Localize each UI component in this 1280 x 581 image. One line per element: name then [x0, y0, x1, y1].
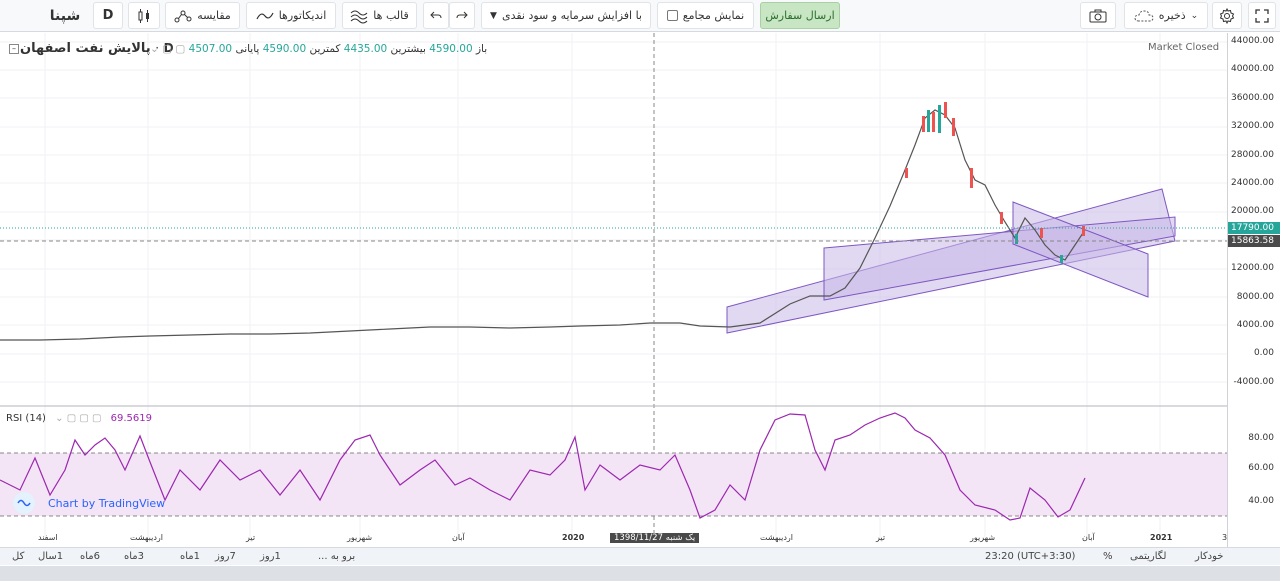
adjustment-select[interactable]: با افزایش سرمایه و سود نقدی ▼ — [481, 2, 651, 29]
range-1d[interactable]: 1روز — [260, 551, 281, 562]
last-price-tag: 17790.00 — [1228, 222, 1280, 234]
rsi-axis-60: 60.00 — [1248, 463, 1274, 473]
price-axis-label: 32000.00 — [1231, 121, 1274, 132]
redo-icon — [456, 11, 468, 18]
rsi-axis-80: 80.00 — [1248, 433, 1274, 443]
price-axis-label: 12000.00 — [1231, 263, 1274, 274]
compare-button[interactable]: مقایسه — [165, 2, 240, 29]
interval-button[interactable]: D — [93, 2, 123, 29]
price-axis-label: 28000.00 — [1231, 149, 1274, 160]
bottom-bar: کل 1سال 6ماه 3ماه 1ماه 7روز 1روز برو به … — [0, 547, 1280, 565]
close-value: 4590.00 — [262, 43, 307, 55]
price-axis-label: 20000.00 — [1231, 206, 1274, 217]
price-chart[interactable] — [0, 33, 1227, 547]
legend-minimize-icon[interactable]: – — [9, 44, 19, 54]
price-axis[interactable]: 44000.00 40000.00 36000.00 32000.00 28000.00… — [1227, 33, 1280, 547]
candles-style-button[interactable] — [128, 2, 160, 29]
range-1y[interactable]: 1سال — [38, 551, 63, 562]
redo-button[interactable] — [449, 2, 475, 29]
open-value: 4507.00 — [188, 43, 233, 55]
range-1m[interactable]: 1ماه — [180, 551, 200, 562]
log-toggle[interactable]: لگاریتمی — [1130, 551, 1166, 562]
crosshair-price-tag: 15863.58 — [1228, 235, 1280, 247]
cloud-icon — [1134, 9, 1154, 21]
show-meetings-checkbox[interactable] — [666, 10, 678, 21]
high-value: 4590.00 — [429, 43, 473, 55]
price-axis-label: 36000.00 — [1231, 92, 1274, 103]
open-label: باز — [475, 43, 488, 55]
close-label: پایانی — [235, 43, 260, 55]
undo-button[interactable] — [423, 2, 449, 29]
rsi-legend: RSI (14) ⌄ ▢ ▢ ▢ 69.5619 — [6, 413, 152, 424]
save-button[interactable]: ⌄ ذخیره — [1124, 2, 1208, 29]
templates-button[interactable]: قالب ها — [342, 2, 417, 29]
price-series — [0, 109, 1086, 341]
tradingview-watermark[interactable]: Chart by TradingView — [48, 497, 165, 510]
candlestick-icon — [138, 8, 149, 23]
indicators-button[interactable]: اندیکاتورها — [246, 2, 336, 29]
range-all[interactable]: کل — [12, 551, 24, 562]
time-zone-display[interactable]: 23:20 (UTC+3:30) — [985, 551, 1075, 562]
high-label: بیشترین — [390, 43, 426, 55]
send-order-button[interactable]: ارسال سفارش — [760, 2, 840, 29]
range-6m[interactable]: 6ماه — [80, 551, 100, 562]
undo-icon — [430, 11, 442, 18]
price-axis-label: 40000.00 — [1231, 64, 1274, 75]
camera-icon — [1089, 9, 1107, 22]
auto-toggle[interactable]: خودکار — [1195, 551, 1223, 562]
fullscreen-icon — [1255, 8, 1269, 23]
percent-toggle[interactable]: % — [1103, 551, 1113, 562]
bottom-scrollbar[interactable] — [0, 566, 1280, 581]
indicators-icon — [256, 12, 274, 19]
market-status: Market Closed — [1148, 42, 1220, 53]
low-value: 4435.00 — [343, 43, 388, 55]
time-axis[interactable]: اسفند اردیبهشت تیر شهریور آبان 2020 اردی… — [0, 533, 1227, 547]
rsi-axis-40: 40.00 — [1248, 496, 1274, 506]
range-3m[interactable]: 3ماه — [124, 551, 144, 562]
symbol-code[interactable]: شپنا — [40, 2, 90, 29]
templates-icon — [350, 10, 368, 23]
symbol-legend: – — [6, 41, 19, 54]
top-toolbar: شپنا D مقایسه اندیکاتورها قالب ها با افز… — [0, 0, 1280, 32]
settings-button[interactable] — [1212, 2, 1242, 29]
chevron-down-icon: ▼ — [490, 10, 497, 21]
ohlc-values: ⌄ ▢ ▢ 4507.00 باز 4590.00 بیشترین 4435.0… — [150, 43, 487, 55]
price-axis-label: 4000.00 — [1236, 320, 1274, 330]
price-axis-label: 8000.00 — [1236, 291, 1274, 302]
low-label: کمترین — [309, 43, 341, 55]
compare-icon — [174, 10, 192, 22]
range-7d[interactable]: 7روز — [215, 551, 236, 562]
gear-icon — [1219, 7, 1235, 24]
price-axis-label: 0.00 — [1253, 348, 1274, 359]
price-axis-label: -4000.00 — [1233, 376, 1274, 387]
crosshair-date-tag: 1398/11/27 یک شنبه — [610, 533, 700, 543]
goto-date-button[interactable]: برو به ... — [318, 551, 355, 562]
fullscreen-button[interactable] — [1248, 2, 1276, 29]
price-axis-label: 44000.00 — [1231, 36, 1274, 46]
show-meetings-toggle[interactable]: نمایش مجامع — [657, 2, 754, 29]
rsi-band — [0, 453, 1227, 516]
legend-eye-icon[interactable]: ⌄ ▢ ▢ — [150, 43, 185, 55]
price-axis-label: 24000.00 — [1231, 178, 1274, 188]
chevron-down-icon: ⌄ — [1190, 10, 1199, 21]
rsi-controls-icon[interactable]: ⌄ ▢ ▢ ▢ — [55, 413, 101, 424]
screenshot-button[interactable] — [1080, 2, 1116, 29]
